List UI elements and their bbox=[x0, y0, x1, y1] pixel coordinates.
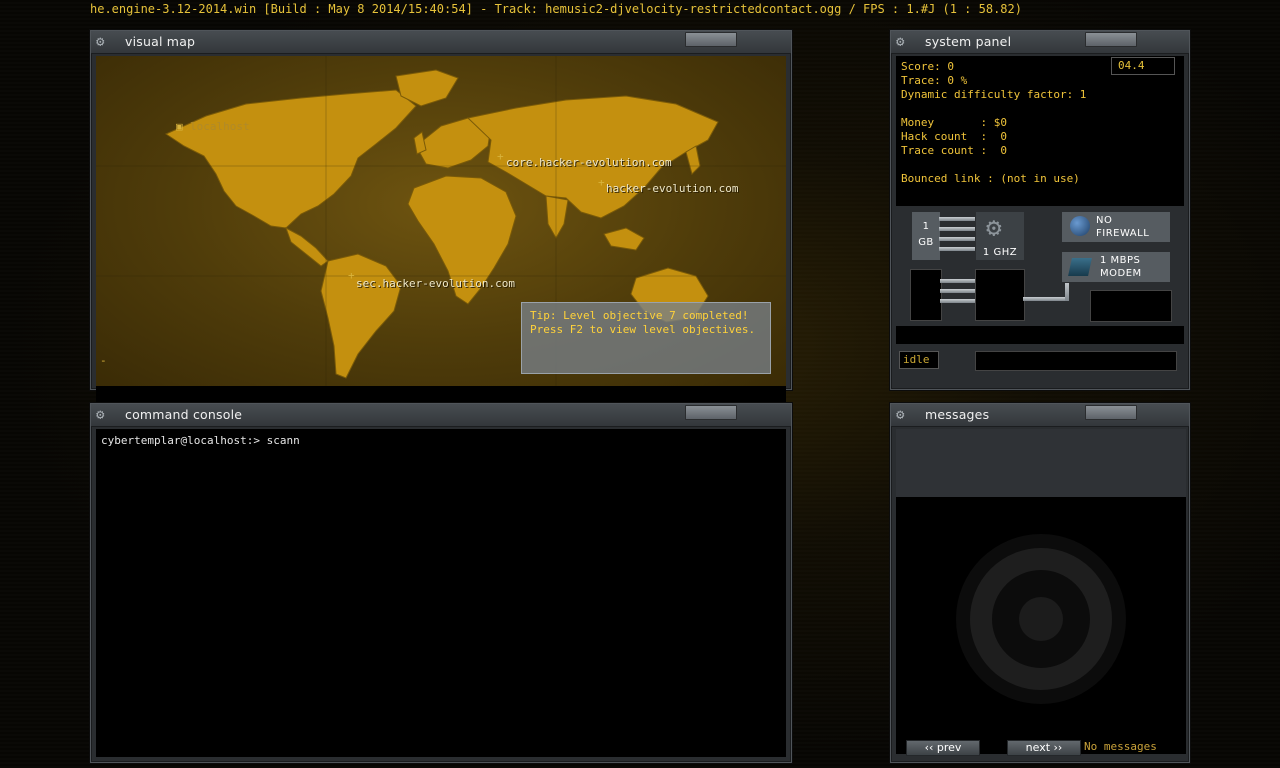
visual-map-header: ⚙ visual map bbox=[91, 31, 791, 54]
memory-label-2: GB bbox=[918, 237, 934, 248]
next-message-button[interactable]: next ›› bbox=[1007, 740, 1081, 756]
hacker-evolution-node-marker[interactable]: + bbox=[598, 177, 605, 188]
prev-message-button[interactable]: ‹‹ prev bbox=[906, 740, 980, 756]
system-panel-title: system panel bbox=[925, 34, 1012, 49]
modem-module[interactable]: 1 MBPS MODEM bbox=[1061, 251, 1171, 283]
console-line[interactable]: cybertemplar@localhost:> scann bbox=[101, 434, 300, 447]
pipe bbox=[940, 299, 975, 303]
core-node-marker[interactable]: + bbox=[497, 151, 504, 162]
pipe bbox=[1065, 281, 1069, 301]
messages-minimize-tab[interactable] bbox=[1085, 405, 1137, 420]
cog-icon: ⚙ bbox=[896, 407, 905, 423]
map-node-core[interactable]: core.hacker-evolution.com bbox=[506, 156, 672, 169]
money-line: Money : $0 bbox=[901, 116, 1007, 129]
firewall-label-2: FIREWALL bbox=[1096, 228, 1150, 239]
trace-count-line: Trace count : 0 bbox=[901, 144, 1007, 157]
tip-box: Tip: Level objective 7 completed! Press … bbox=[521, 302, 771, 374]
localhost-node-marker[interactable]: ▣ bbox=[176, 121, 183, 132]
pipe bbox=[939, 227, 975, 231]
engine-status-bar: he.engine-3.12-2014.win [Build : May 8 2… bbox=[90, 2, 1022, 16]
status-indicator: idle bbox=[899, 351, 939, 369]
cog-icon: ⚙ bbox=[896, 34, 905, 50]
pipe bbox=[940, 289, 975, 293]
no-messages-label: No messages bbox=[1084, 740, 1157, 753]
pipe bbox=[939, 217, 975, 221]
progress-strip bbox=[896, 326, 1184, 344]
firewall-label-1: NO bbox=[1096, 215, 1113, 226]
map-scrollbar[interactable] bbox=[96, 386, 786, 404]
world-map[interactable]: ▣ localhost + core.hacker-evolution.com … bbox=[96, 56, 786, 386]
map-status-marker: - bbox=[100, 354, 107, 367]
command-console-minimize-tab[interactable] bbox=[685, 405, 737, 420]
memory-module[interactable]: 1 GB bbox=[911, 211, 941, 261]
modem-label-1: 1 MBPS bbox=[1100, 255, 1141, 266]
visual-map-minimize-tab[interactable] bbox=[685, 32, 737, 47]
cpu-module[interactable]: ⚙ 1 GHZ bbox=[975, 211, 1025, 261]
messages-panel: ⚙ messages ‹‹ prev next ›› No messages bbox=[890, 403, 1190, 763]
status-bar bbox=[975, 351, 1177, 371]
stats-readout: Score: 0 Trace: 0 % Dynamic difficulty f… bbox=[896, 56, 1184, 206]
command-console-panel: ⚙ command console cybertemplar@localhost… bbox=[90, 403, 792, 763]
visual-map-title: visual map bbox=[125, 34, 196, 49]
console-prompt: cybertemplar@localhost:> bbox=[101, 434, 267, 447]
pipe bbox=[940, 279, 975, 283]
visual-map-panel: ⚙ visual map ▣ localhost + core.hacker-e… bbox=[90, 30, 792, 404]
messages-title: messages bbox=[925, 407, 990, 422]
memory-slot bbox=[910, 269, 942, 321]
command-console-title: command console bbox=[125, 407, 243, 422]
pipe bbox=[1023, 297, 1067, 301]
difficulty-line: Dynamic difficulty factor: 1 bbox=[901, 88, 1087, 101]
cog-icon: ⚙ bbox=[96, 407, 105, 423]
memory-label-1: 1 bbox=[922, 221, 930, 232]
modem-label-2: MODEM bbox=[1100, 268, 1142, 279]
map-node-sec[interactable]: sec.hacker-evolution.com bbox=[356, 277, 515, 290]
bounced-link-line: Bounced link : (not in use) bbox=[901, 172, 1080, 185]
tip-line-2: Press F2 to view level objectives. bbox=[530, 323, 756, 336]
system-panel-minimize-tab[interactable] bbox=[1085, 32, 1137, 47]
firewall-module[interactable]: NO FIREWALL bbox=[1061, 211, 1171, 243]
gear-icon: ⚙ bbox=[986, 213, 1002, 243]
trace-line: Trace: 0 % bbox=[901, 74, 968, 87]
message-preview bbox=[896, 429, 1186, 497]
messages-header: ⚙ messages bbox=[891, 404, 1189, 427]
level-timer: 04.4 bbox=[1111, 57, 1175, 75]
pipe bbox=[939, 247, 975, 251]
cpu-label: 1 GHZ bbox=[982, 247, 1018, 258]
console-input[interactable]: scann bbox=[267, 434, 300, 447]
command-console-header: ⚙ command console bbox=[91, 404, 791, 427]
hack-count-line: Hack count : 0 bbox=[901, 130, 1007, 143]
map-node-hacker-evolution[interactable]: hacker-evolution.com bbox=[606, 182, 738, 195]
modem-slot bbox=[1090, 290, 1172, 322]
map-node-localhost[interactable]: localhost bbox=[190, 120, 250, 133]
cog-icon: ⚙ bbox=[96, 34, 105, 50]
system-panel-header: ⚙ system panel bbox=[891, 31, 1189, 54]
sec-node-marker[interactable]: + bbox=[348, 270, 355, 281]
modem-icon bbox=[1068, 258, 1092, 276]
tip-line-1: Tip: Level objective 7 completed! bbox=[530, 309, 749, 322]
system-panel: ⚙ system panel Score: 0 Trace: 0 % Dynam… bbox=[890, 30, 1190, 390]
pipe bbox=[939, 237, 975, 241]
console-output[interactable]: cybertemplar@localhost:> scann bbox=[96, 429, 786, 757]
globe-icon bbox=[1070, 216, 1090, 236]
cpu-slot bbox=[975, 269, 1025, 321]
